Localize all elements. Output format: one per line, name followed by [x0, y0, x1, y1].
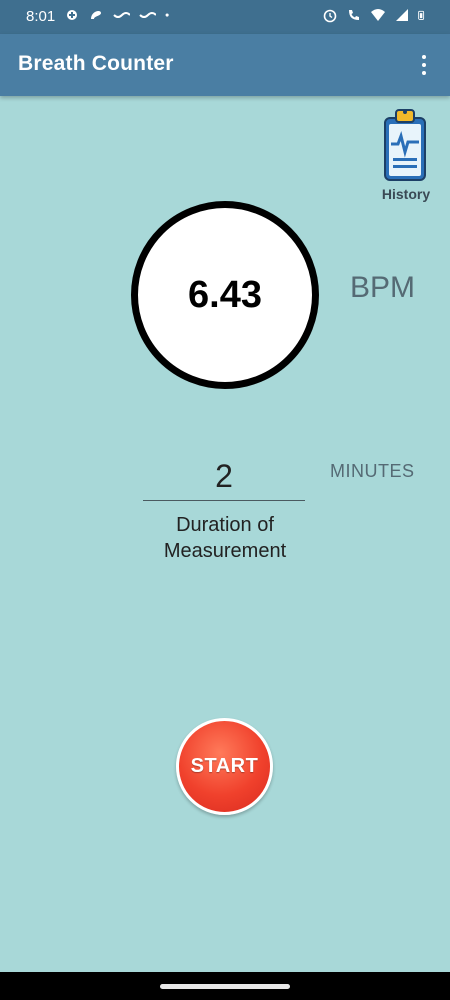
status-time: 8:01	[26, 8, 56, 25]
wave-icon	[139, 12, 156, 18]
duration-label: Duration of Measurement	[163, 514, 287, 562]
history-label: History	[381, 186, 431, 202]
duration-input[interactable]: 2	[143, 452, 305, 501]
wave-icon	[113, 12, 130, 18]
home-gesture-handle[interactable]	[160, 984, 290, 989]
app-icon	[91, 11, 101, 19]
more-vertical-icon[interactable]	[412, 50, 436, 80]
app-bar: Breath Counter	[0, 34, 450, 96]
minutes-label: MINUTES	[330, 461, 415, 481]
start-label: START	[190, 755, 259, 777]
bpm-display: 6.43	[131, 201, 319, 389]
dot-icon	[165, 13, 169, 17]
notification-icon	[67, 10, 77, 20]
app-title: Breath Counter	[18, 52, 174, 75]
status-right-icons	[322, 7, 428, 23]
wifi-icon	[371, 9, 385, 21]
battery-icon	[418, 10, 425, 20]
history-button[interactable]: History	[378, 104, 434, 204]
bpm-value: 6.43	[188, 273, 262, 316]
signal-icon	[396, 9, 408, 21]
status-bar: 8:01	[0, 0, 450, 34]
clipboard-pulse-icon	[384, 109, 426, 181]
bpm-unit-label: BPM	[350, 271, 416, 304]
status-left-icons	[64, 7, 174, 23]
navigation-bar	[0, 972, 450, 1000]
wifi-calling-icon	[349, 10, 359, 20]
alarm-icon	[323, 9, 337, 23]
start-button[interactable]: START	[176, 718, 273, 815]
